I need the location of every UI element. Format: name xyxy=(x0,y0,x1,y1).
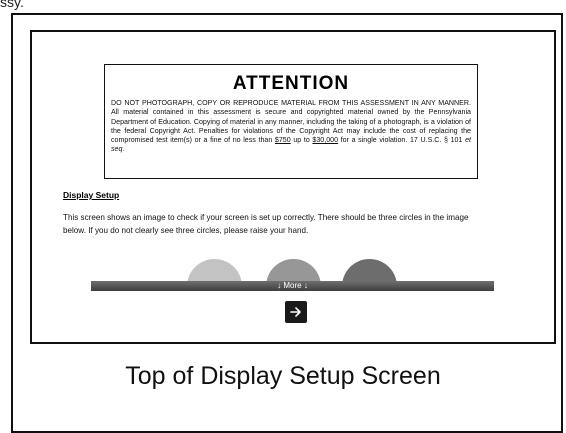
fine-amount-low: $750 xyxy=(274,136,291,145)
top-text-fragment: ssy. xyxy=(0,0,24,10)
fine-amount-high: $30,000 xyxy=(312,136,339,145)
more-scroll-bar[interactable]: ↓ More ↓ xyxy=(91,281,494,291)
attention-notice: ATTENTION DO NOT PHOTOGRAPH, COPY OR REP… xyxy=(104,64,478,179)
attention-text: DO NOT PHOTOGRAPH, COPY OR REPRODUCE MAT… xyxy=(111,99,471,154)
figure-caption: Top of Display Setup Screen xyxy=(125,362,441,390)
display-setup-heading: Display Setup xyxy=(63,190,120,200)
attention-title: ATTENTION xyxy=(232,73,350,94)
test-screen: ATTENTION DO NOT PHOTOGRAPH, COPY OR REP… xyxy=(30,30,556,344)
arrow-right-icon xyxy=(290,307,301,317)
next-button[interactable] xyxy=(285,301,307,323)
display-setup-text: This screen shows an image to check if y… xyxy=(63,213,469,235)
